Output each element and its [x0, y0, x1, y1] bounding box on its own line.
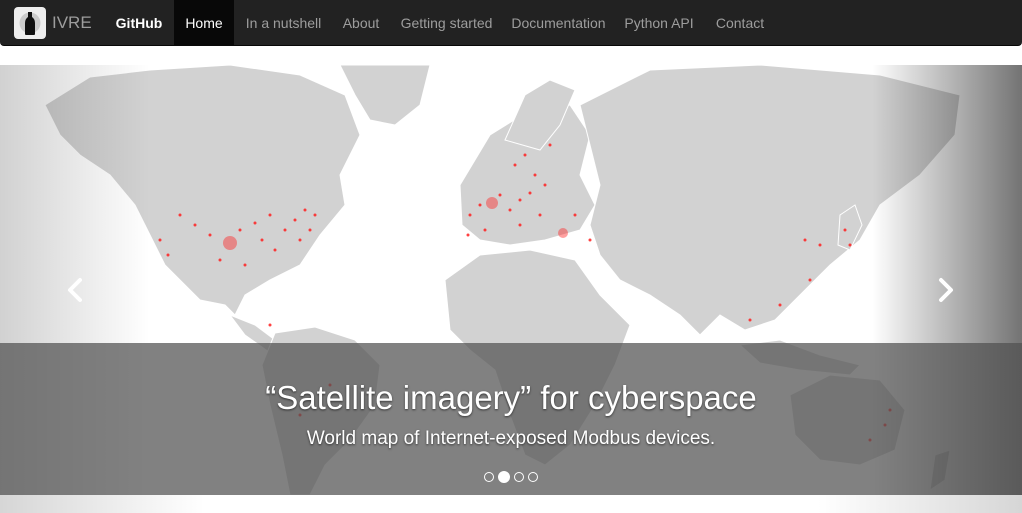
nav-documentation[interactable]: Documentation: [502, 0, 615, 45]
carousel-indicator-1[interactable]: [484, 472, 494, 482]
carousel-indicator-2[interactable]: [498, 471, 510, 483]
nav-contact[interactable]: Contact: [703, 0, 777, 45]
chevron-left-icon: [68, 278, 82, 302]
nav-about[interactable]: About: [331, 0, 391, 45]
nav-github[interactable]: GitHub: [105, 0, 173, 45]
nav-getting-started[interactable]: Getting started: [391, 0, 502, 45]
carousel-next-button[interactable]: [927, 270, 967, 310]
carousel-prev-button[interactable]: [54, 270, 94, 310]
carousel-indicator-4[interactable]: [528, 472, 538, 482]
nav-in-a-nutshell[interactable]: In a nutshell: [236, 0, 331, 45]
carousel-caption-subtitle: World map of Internet-exposed Modbus dev…: [306, 428, 716, 449]
carousel-indicator-3[interactable]: [514, 472, 524, 482]
carousel: “Satellite imagery” for cyberspace World…: [0, 65, 1022, 495]
navbar: IVRE GitHub Home In a nutshell About Get…: [0, 0, 1022, 46]
brand[interactable]: IVRE: [14, 6, 92, 40]
ivre-logo-icon: [14, 7, 46, 39]
nav-python-api[interactable]: Python API: [615, 0, 703, 45]
page-content-start: [0, 495, 1022, 513]
brand-name: IVRE: [52, 13, 92, 32]
chevron-right-icon: [939, 278, 953, 302]
nav-home[interactable]: Home: [174, 0, 234, 45]
carousel-caption-title: “Satellite imagery” for cyberspace: [265, 379, 757, 416]
carousel-indicators: [484, 471, 538, 483]
